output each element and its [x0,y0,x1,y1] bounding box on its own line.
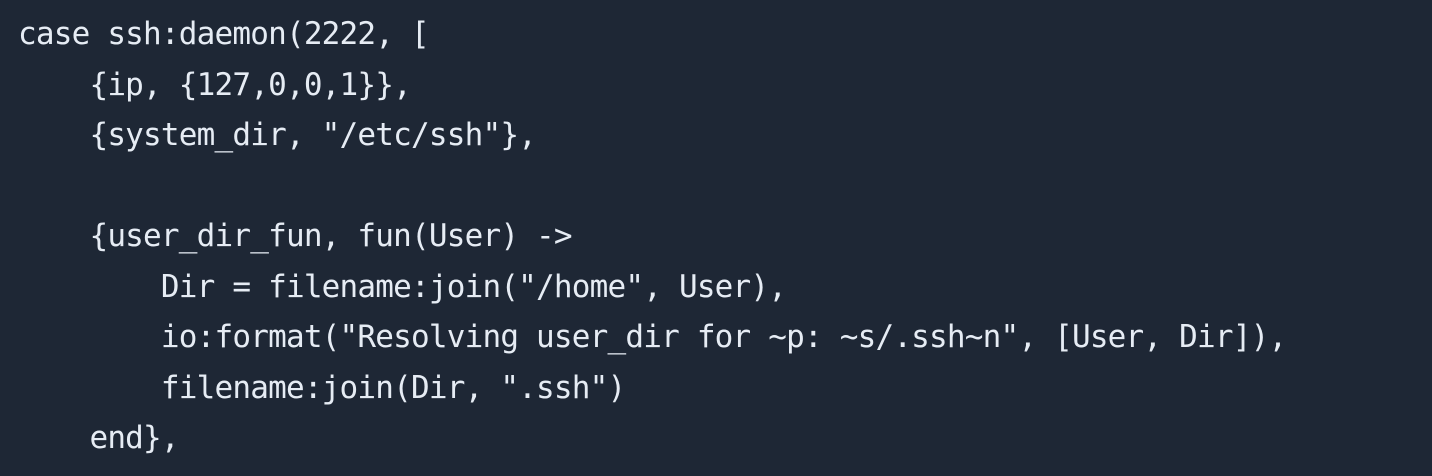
code-line-2: {ip, {127,0,0,1}}, [18,66,411,103]
code-line-9: end}, [18,420,179,456]
code-line-3: {system_dir, "/etc/ssh"}, [18,117,537,153]
code-editor[interactable]: case ssh:daemon(2222, [ {ip, {127,0,0,1}… [0,0,1432,476]
code-line-7: io:format("Resolving user_dir for ~p: ~s… [18,319,1287,355]
code-line-1: case ssh:daemon(2222, [ [18,16,430,52]
code-line-6: Dir = filename:join("/home", User), [18,268,787,305]
code-line-8: filename:join(Dir, ".ssh") [18,369,626,406]
code-line-5: {user_dir_fun, fun(User) -> [18,218,572,254]
